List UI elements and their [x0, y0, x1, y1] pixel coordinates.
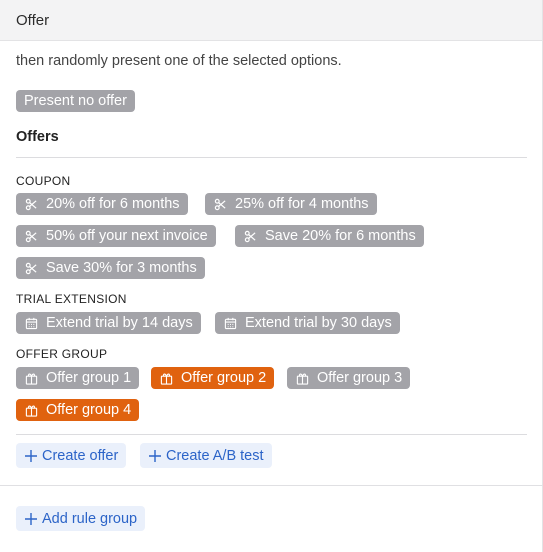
coupon-chip-50-off-next-invoice[interactable]: 50% off your next invoice	[16, 225, 216, 247]
coupon-chip-save-30-3-months[interactable]: Save 30% for 3 months	[16, 257, 205, 279]
offer-group-chip-label: Offer group 3	[317, 370, 403, 386]
gift-box-icon	[295, 371, 309, 385]
offers-divider	[16, 157, 527, 158]
coupon-chip-label: Save 20% for 6 months	[265, 228, 416, 244]
add-rule-group-label: Add rule group	[42, 510, 138, 527]
trial-chip-14-days[interactable]: Extend trial by 14 days	[16, 312, 201, 334]
rule-group-divider	[0, 485, 543, 486]
coupon-chip-label: Save 30% for 3 months	[46, 260, 197, 276]
panel-title: Offer	[16, 11, 50, 29]
create-ab-test-label: Create A/B test	[166, 447, 264, 464]
plus-icon	[148, 449, 162, 463]
present-no-offer-chip[interactable]: Present no offer	[16, 90, 135, 112]
plus-icon	[24, 512, 38, 526]
scissors-icon	[24, 261, 38, 275]
offer-group-chip-label: Offer group 4	[46, 402, 132, 418]
coupon-chip-20-off-6-months[interactable]: 20% off for 6 months	[16, 193, 188, 215]
offer-group-chip-1[interactable]: Offer group 1	[16, 367, 140, 389]
coupon-chip-save-20-6-months[interactable]: Save 20% for 6 months	[235, 225, 424, 247]
trial-extension-category-label: TRIAL EXTENSION	[16, 292, 127, 306]
gift-box-icon	[159, 371, 173, 385]
gift-box-icon	[24, 371, 38, 385]
coupon-chip-label: 50% off your next invoice	[46, 228, 208, 244]
create-offer-button[interactable]: Create offer	[16, 443, 127, 468]
offer-group-chip-label: Offer group 2	[181, 370, 267, 386]
actions-divider	[16, 434, 527, 435]
coupon-chip-25-off-4-months[interactable]: 25% off for 4 months	[205, 193, 377, 215]
plus-icon	[24, 449, 38, 463]
offer-group-chip-2[interactable]: Offer group 2	[151, 367, 275, 389]
gift-box-icon	[24, 403, 38, 417]
scissors-icon	[243, 229, 257, 243]
scissors-icon	[24, 197, 38, 211]
calendar-icon	[24, 316, 38, 330]
trial-chip-30-days[interactable]: Extend trial by 30 days	[215, 312, 400, 334]
create-offer-label: Create offer	[42, 447, 119, 464]
offer-group-chip-3[interactable]: Offer group 3	[287, 367, 411, 389]
trial-chip-label: Extend trial by 30 days	[245, 315, 392, 331]
scissors-icon	[24, 229, 38, 243]
coupon-chip-label: 25% off for 4 months	[235, 196, 369, 212]
coupon-chip-label: 20% off for 6 months	[46, 196, 180, 212]
offer-group-chip-label: Offer group 1	[46, 370, 132, 386]
create-ab-test-button[interactable]: Create A/B test	[140, 443, 272, 468]
offer-description: then randomly present one of the selecte…	[16, 53, 342, 69]
offer-group-category-label: OFFER GROUP	[16, 347, 108, 361]
calendar-icon	[223, 316, 237, 330]
scissors-icon	[213, 197, 227, 211]
present-no-offer-label: Present no offer	[24, 93, 127, 109]
trial-chip-label: Extend trial by 14 days	[46, 315, 193, 331]
add-rule-group-button[interactable]: Add rule group	[16, 506, 146, 531]
offer-group-chip-4[interactable]: Offer group 4	[16, 399, 140, 421]
coupon-category-label: COUPON	[16, 174, 71, 188]
offer-panel-header: Offer	[0, 0, 543, 41]
offers-section-title: Offers	[16, 129, 59, 145]
